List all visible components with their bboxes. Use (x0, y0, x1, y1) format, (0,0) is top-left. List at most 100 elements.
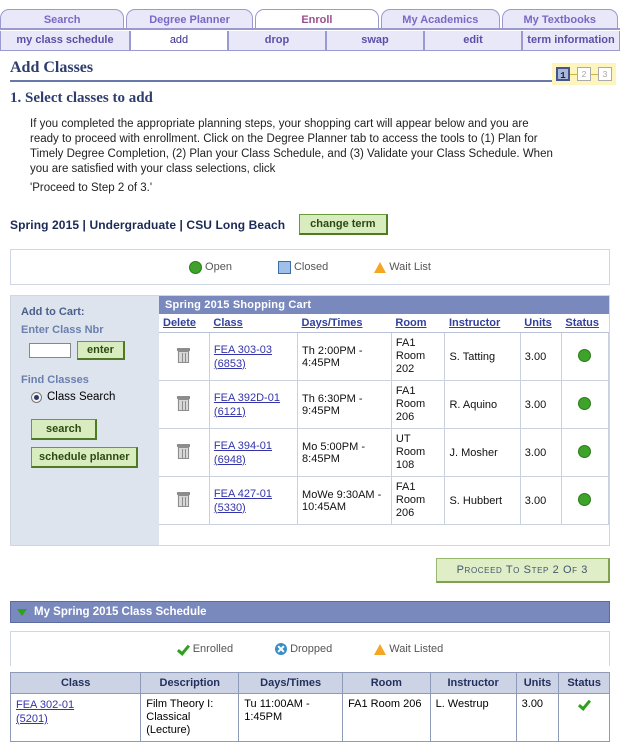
change-term-button[interactable]: change term (299, 214, 388, 235)
cart-class-cell[interactable]: FEA 392D-01 (6121) (208, 380, 299, 429)
class-link-nbr[interactable]: (5330) (214, 501, 293, 515)
cart-col-days-times-label: Days/Times (301, 317, 363, 329)
class-search-radio[interactable] (31, 391, 42, 403)
shopping-cart-table: Delete Class Days/Times Room Instructor … (159, 314, 610, 525)
class-schedule-table: Class Description Days/Times Room Instru… (9, 672, 610, 742)
term-row: Spring 2015 | Undergraduate | CSU Long B… (0, 196, 620, 235)
cart-class-cell[interactable]: FEA 394-01 (6948) (208, 428, 299, 477)
step-2-box[interactable]: 2 (577, 67, 591, 81)
cart-col-class[interactable]: Class (209, 314, 298, 333)
class-link-nbr[interactable]: (6853) (214, 357, 293, 371)
cart-col-instructor[interactable]: Instructor (444, 314, 521, 333)
subtab-my-class-schedule[interactable]: my class schedule (0, 31, 130, 50)
cart-col-room[interactable]: Room (391, 314, 445, 333)
proceed-to-step-2-button[interactable]: Proceed To Step 2 Of 3 (435, 558, 610, 583)
sched-class-cell[interactable]: FEA 302-01 (5201) (9, 693, 142, 742)
enter-button[interactable]: enter (77, 341, 125, 360)
class-nbr-row: enter (21, 341, 151, 360)
cart-delete-cell[interactable] (159, 428, 210, 477)
cart-area: Add to Cart: Enter Class Nbr enter Find … (10, 295, 610, 546)
table-row: FEA 302-01 (5201) Film Theory I: Classic… (9, 693, 610, 742)
sched-col-description: Description (140, 672, 240, 694)
legend-closed-label: Closed (293, 261, 329, 273)
tab-degree-planner-label: Degree Planner (149, 14, 230, 26)
tab-my-academics[interactable]: My Academics (381, 9, 500, 29)
cart-days-times-cell: MoWe 9:30AM - 10:45AM (297, 476, 392, 525)
chevron-down-icon[interactable] (17, 608, 27, 616)
blue-square-icon (277, 260, 291, 274)
subtab-add[interactable]: add (130, 31, 228, 50)
class-nbr-input[interactable] (29, 343, 71, 358)
subtab-swap[interactable]: swap (326, 31, 424, 50)
cart-col-status[interactable]: Status (561, 314, 609, 333)
legend-open: Open (189, 260, 232, 274)
tab-degree-planner[interactable]: Degree Planner (126, 9, 253, 29)
find-classes-label: Find Classes (21, 374, 89, 386)
sched-col-class: Class (9, 672, 142, 694)
tab-my-academics-label: My Academics (402, 14, 479, 26)
yellow-triangle-icon (374, 643, 387, 655)
subtab-term-information[interactable]: term information (522, 31, 620, 50)
cart-units-cell: 3.00 (519, 428, 562, 477)
class-search-option[interactable]: Class Search (21, 391, 151, 403)
cart-status-legend: Open Closed Wait List (10, 249, 610, 285)
step-1-box[interactable]: 1 (556, 67, 570, 81)
cart-room-cell: FA1 Room 202 (390, 332, 446, 381)
sub-tab-bar: my class schedule add drop swap edit ter… (0, 31, 620, 51)
subtab-add-label: add (169, 34, 189, 46)
sched-col-instructor: Instructor (429, 672, 517, 694)
cart-units-cell: 3.00 (519, 476, 562, 525)
cart-col-days-times[interactable]: Days/Times (297, 314, 392, 333)
step-connector-2 (591, 73, 598, 75)
trash-icon[interactable] (177, 443, 191, 459)
class-search-label: Class Search (47, 391, 116, 403)
class-link-code[interactable]: FEA 302-01 (16, 698, 135, 712)
step-3-box[interactable]: 3 (598, 67, 612, 81)
class-link-code[interactable]: FEA 392D-01 (214, 391, 293, 405)
class-link-code[interactable]: FEA 303-03 (214, 343, 293, 357)
class-link-nbr[interactable]: (6121) (214, 405, 293, 419)
schedule-planner-button[interactable]: schedule planner (31, 447, 139, 468)
trash-icon[interactable] (177, 395, 191, 411)
tab-enroll[interactable]: Enroll (254, 9, 380, 29)
cart-header-row: Delete Class Days/Times Room Instructor … (159, 314, 609, 333)
sched-instructor-cell: L. Westrup (429, 693, 517, 742)
cart-instructor-cell: S. Hubbert (444, 476, 521, 525)
cart-col-units[interactable]: Units (520, 314, 562, 333)
search-button[interactable]: search (31, 419, 98, 440)
subtab-edit[interactable]: edit (424, 31, 522, 50)
cart-class-cell[interactable]: FEA 427-01 (5330) (208, 476, 299, 525)
subtab-drop[interactable]: drop (228, 31, 326, 50)
enter-class-nbr-label: Enter Class Nbr (21, 324, 104, 336)
green-circle-icon (578, 444, 592, 458)
cart-delete-cell[interactable] (159, 380, 210, 429)
tab-search[interactable]: Search (0, 9, 125, 29)
cart-col-instructor-label: Instructor (448, 317, 501, 329)
class-link-nbr[interactable]: (5201) (16, 712, 135, 726)
cart-col-class-label: Class (213, 317, 243, 329)
cart-delete-cell[interactable] (159, 332, 210, 381)
section-heading: 1. Select classes to add (10, 90, 153, 106)
legend-enrolled: Enrolled (177, 643, 233, 656)
sched-description-cell: Film Theory I: Classical (Lecture) (140, 693, 240, 742)
cart-col-delete[interactable]: Delete (159, 314, 210, 333)
cart-col-status-label: Status (565, 317, 599, 329)
sidebar-button-stack: search schedule planner (21, 419, 151, 468)
class-link-code[interactable]: FEA 394-01 (214, 439, 293, 453)
trash-icon[interactable] (177, 347, 191, 363)
cart-units-cell: 3.00 (519, 332, 562, 381)
cart-room-cell: FA1 Room 206 (390, 476, 446, 525)
cart-delete-cell[interactable] (159, 476, 210, 525)
class-link-nbr[interactable]: (6948) (214, 453, 293, 467)
sched-col-days-times: Days/Times (238, 672, 344, 694)
cart-class-cell[interactable]: FEA 303-03 (6853) (208, 332, 299, 381)
class-link-code[interactable]: FEA 427-01 (214, 487, 293, 501)
tab-my-textbooks[interactable]: My Textbooks (501, 9, 619, 29)
instructions-last-line: 'Proceed to Step 2 of 3.' (30, 182, 153, 194)
cart-instructor-cell: J. Mosher (444, 428, 521, 477)
subtab-swap-label: swap (361, 34, 389, 46)
main-tab-bar: Search Degree Planner Enroll My Academic… (0, 0, 620, 29)
class-schedule-header[interactable]: My Spring 2015 Class Schedule (10, 601, 610, 623)
shopping-cart-title: Spring 2015 Shopping Cart (159, 296, 609, 314)
trash-icon[interactable] (177, 491, 191, 507)
